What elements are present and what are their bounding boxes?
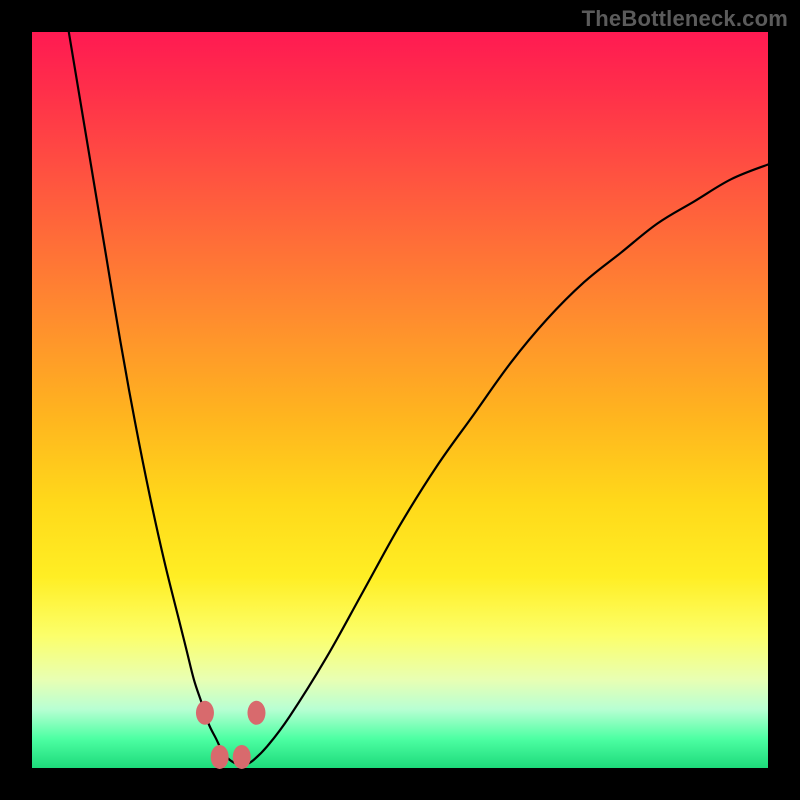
bottleneck-curve (69, 32, 768, 765)
curve-marker (247, 701, 265, 725)
chart-frame: TheBottleneck.com (0, 0, 800, 800)
curve-marker (211, 745, 229, 769)
curve-svg (32, 32, 768, 768)
watermark-text: TheBottleneck.com (582, 6, 788, 32)
curve-marker (233, 745, 251, 769)
plot-area (32, 32, 768, 768)
curve-marker (196, 701, 214, 725)
